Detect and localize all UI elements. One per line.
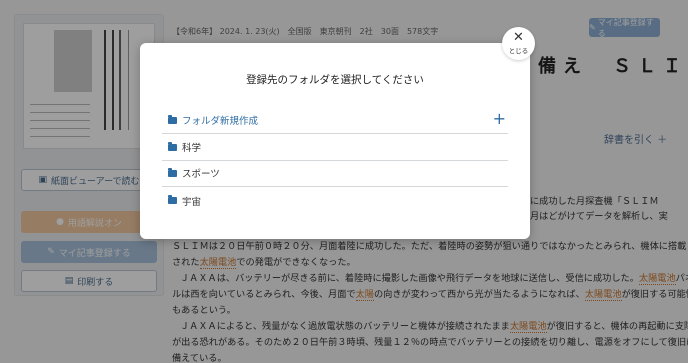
close-icon: ✕ [513,30,524,45]
plus-icon[interactable]: + [493,110,506,128]
close-button[interactable]: ✕ とじる [502,27,535,60]
folder-row-science[interactable]: 科学 [162,134,508,161]
modal-title: 登録先のフォルダを選択してください [246,74,424,86]
new-folder-row[interactable]: フォルダ新規作成 + [162,107,508,134]
folder-label: 宇宙 [182,196,202,208]
folder-icon [168,195,177,204]
folder-label: 科学 [182,143,202,154]
folder-icon [168,141,177,151]
new-folder-label: フォルダ新規作成 [182,116,259,127]
folder-select-modal: 登録先のフォルダを選択してください フォルダ新規作成 + 科学 スポーツ 宇宙 [140,43,530,239]
folder-icon [168,167,177,177]
folder-row-sports[interactable]: スポーツ [162,160,508,187]
folder-icon [168,114,177,124]
close-label: とじる [508,47,529,55]
folder-label: スポーツ [182,169,220,180]
folder-row-space[interactable]: 宇宙 [162,187,508,214]
